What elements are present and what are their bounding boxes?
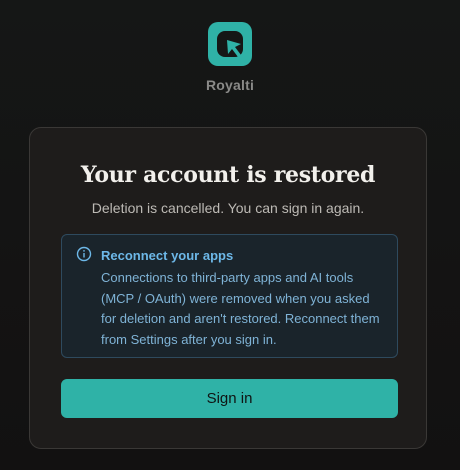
info-icon [76, 246, 92, 262]
brand-header: Royalti [0, 22, 460, 93]
page-subtitle: Deletion is cancelled. You can sign in a… [91, 200, 365, 216]
page-title: Your account is restored [80, 162, 376, 188]
reconnect-notice: Reconnect your apps Connections to third… [61, 234, 398, 358]
sign-in-button[interactable]: Sign in [61, 379, 398, 418]
notice-body: Connections to third-party apps and AI t… [101, 270, 380, 347]
royalti-logo-icon [208, 22, 252, 66]
restore-card: Your account is restored Deletion is can… [29, 127, 427, 449]
brand-name: Royalti [205, 77, 255, 93]
notice-title: Reconnect your apps [101, 248, 234, 263]
